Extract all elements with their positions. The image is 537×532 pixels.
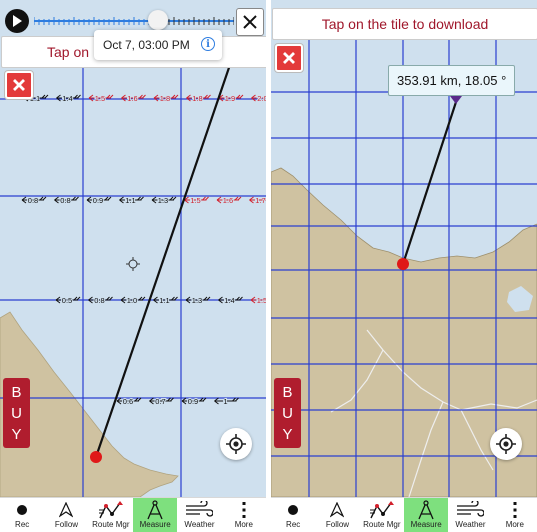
- target-location-icon: [496, 434, 516, 454]
- measurement-value: 353.91 km, 18.05 °: [397, 73, 507, 88]
- wind-speed-label: 1.8: [160, 94, 170, 103]
- banner-text: Tap on: [47, 44, 90, 60]
- wind-speed-label: 1: [223, 397, 227, 406]
- cancel-download-button[interactable]: [5, 71, 33, 99]
- left-map-canvas[interactable]: 1.1 1.4 1.5 1.6 1.8 1.8 1.9 2.0 0.8 0.8 0.9 1.1 1.3 1…: [0, 0, 266, 497]
- left-map-panel[interactable]: 1.1 1.4 1.5 1.6 1.8 1.8 1.9 2.0 0.8 0.8 0.9 1.1 1.3 1…: [0, 0, 266, 532]
- wind-speed-label: 1.1: [125, 196, 135, 205]
- locate-button[interactable]: [490, 428, 522, 460]
- buy-letter: U: [282, 404, 293, 422]
- wind-speed-label: 1.0: [127, 296, 137, 305]
- wind-speed-label: 1.5: [190, 196, 200, 205]
- wind-speed-label: 1.4: [224, 296, 234, 305]
- cancel-download-button[interactable]: [275, 44, 303, 72]
- buy-letter: B: [282, 383, 293, 401]
- wind-icon: [456, 500, 485, 520]
- toolbar-measure-button[interactable]: Measure: [403, 498, 449, 532]
- wind-speed-label: 0.5: [62, 296, 72, 305]
- toolbar-more-button[interactable]: More: [222, 498, 266, 532]
- toolbar-weather-button[interactable]: Weather: [448, 498, 492, 532]
- target-location-icon: [226, 434, 246, 454]
- buy-letter: Y: [11, 425, 22, 443]
- locate-button[interactable]: [220, 428, 252, 460]
- wind-speed-label: 2.0: [257, 94, 266, 103]
- buy-button[interactable]: B U Y: [274, 378, 301, 448]
- record-dot-icon: [279, 500, 307, 520]
- toolbar-label: Route Mgr: [92, 520, 130, 529]
- bottom-toolbar: Rec Follow Route Mgr Measure Weather More: [0, 497, 266, 532]
- timeline-slider-knob[interactable]: [148, 10, 168, 30]
- more-vertical-icon: [501, 500, 529, 520]
- toolbar-route-button[interactable]: Route Mgr: [89, 498, 133, 532]
- route-icon: [368, 500, 396, 520]
- info-icon[interactable]: i: [201, 37, 215, 51]
- navigation-arrow-icon: [52, 500, 80, 520]
- wind-icon: [185, 500, 214, 520]
- toolbar-label: Weather: [184, 520, 215, 529]
- timeline-ticks: [34, 17, 234, 25]
- toolbar-follow-button[interactable]: Follow: [315, 498, 359, 532]
- toolbar-label: Route Mgr: [363, 520, 401, 529]
- close-icon: [243, 15, 257, 29]
- wind-speed-label: 0.9: [188, 397, 198, 406]
- wind-speed-label: 1.3: [192, 296, 202, 305]
- tooltip-time: Oct 7, 03:00 PM: [103, 38, 190, 52]
- banner-text: Tap on the tile to download: [321, 16, 489, 32]
- wind-speed-label: 0.6: [123, 397, 133, 406]
- toolbar-route-button[interactable]: Route Mgr: [360, 498, 404, 532]
- wind-speed-label: 1.8: [192, 94, 202, 103]
- toolbar-label: Weather: [455, 520, 486, 529]
- close-icon: [283, 52, 295, 64]
- compass-divider-icon: [412, 500, 440, 520]
- wind-speed-label: 0.9: [93, 196, 103, 205]
- toolbar-label: Rec: [286, 520, 301, 529]
- wind-speed-label: 0.8: [28, 196, 38, 205]
- buy-letter: B: [11, 383, 22, 401]
- bottom-toolbar: Rec Follow Route Mgr Measure Weather More: [271, 497, 537, 532]
- toolbar-measure-button[interactable]: Measure: [132, 498, 178, 532]
- record-dot-icon: [8, 500, 36, 520]
- toolbar-follow-button[interactable]: Follow: [44, 498, 88, 532]
- wind-speed-label: 0.8: [60, 196, 70, 205]
- play-icon: [13, 15, 22, 27]
- toolbar-label: Follow: [325, 520, 350, 529]
- right-map-panel[interactable]: Tap on the tile to download 353.91 km, 1…: [271, 0, 537, 532]
- wind-speed-label: 0.8: [94, 296, 104, 305]
- wind-speed-label: 1.6: [127, 94, 137, 103]
- measurement-label: 353.91 km, 18.05 °: [388, 65, 516, 96]
- buy-button[interactable]: B U Y: [3, 378, 30, 448]
- play-button[interactable]: [5, 9, 29, 33]
- wind-speed-label: 1.1: [159, 296, 169, 305]
- download-tile-banner[interactable]: Tap on the tile to download: [272, 8, 537, 40]
- measure-start-pin[interactable]: [397, 258, 409, 270]
- time-tooltip: Oct 7, 03:00 PM i: [94, 30, 222, 60]
- measure-start-pin[interactable]: [90, 451, 102, 463]
- route-icon: [97, 500, 125, 520]
- close-icon: [13, 79, 25, 91]
- toolbar-rec-button[interactable]: Rec: [271, 498, 315, 532]
- toolbar-weather-button[interactable]: Weather: [177, 498, 221, 532]
- toolbar-label: Measure: [139, 520, 171, 529]
- toolbar-label: Follow: [54, 520, 79, 529]
- toolbar-rec-button[interactable]: Rec: [0, 498, 44, 532]
- toolbar-more-button[interactable]: More: [493, 498, 537, 532]
- wind-speed-label: 1.5: [257, 296, 266, 305]
- navigation-arrow-icon: [323, 500, 351, 520]
- toolbar-label: More: [234, 520, 253, 529]
- toolbar-label: Rec: [15, 520, 30, 529]
- buy-letter: Y: [282, 425, 293, 443]
- more-vertical-icon: [230, 500, 258, 520]
- wind-speed-label: 1.4: [62, 94, 72, 103]
- wind-speed-label: 1.9: [225, 94, 235, 103]
- close-timeline-button[interactable]: [236, 8, 264, 36]
- wind-speed-label: 1.6: [223, 196, 233, 205]
- wind-speed-label: 1.3: [158, 196, 168, 205]
- wind-speed-label: 0.7: [155, 397, 165, 406]
- compass-divider-icon: [141, 500, 169, 520]
- buy-letter: U: [11, 404, 22, 422]
- toolbar-label: More: [505, 520, 524, 529]
- toolbar-label: Measure: [410, 520, 442, 529]
- wind-speed-label: 1.5: [95, 94, 105, 103]
- wind-speed-label: 1.7: [255, 196, 265, 205]
